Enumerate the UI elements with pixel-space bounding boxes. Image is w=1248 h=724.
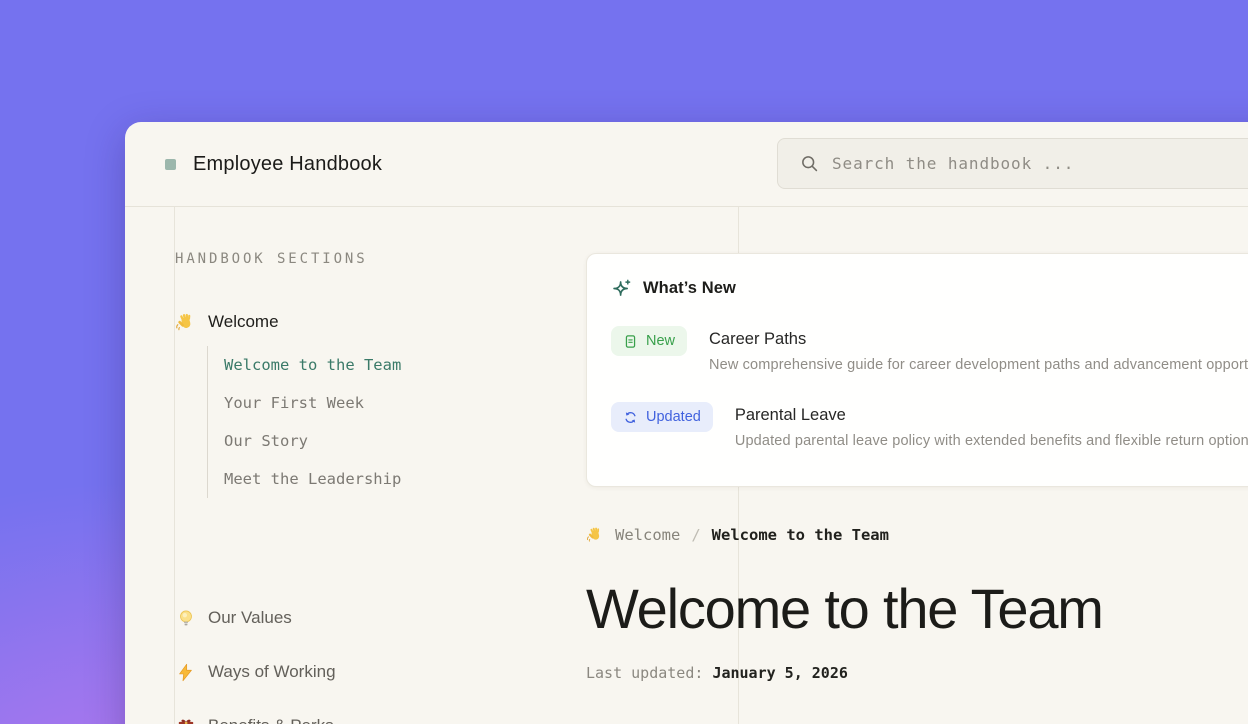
entry-text: Parental Leave Updated parental leave po… xyxy=(735,402,1248,449)
breadcrumb: Welcome / Welcome to the Team xyxy=(586,526,1248,544)
sidebar-subitem-welcome-to-the-team[interactable]: Welcome to the Team xyxy=(224,346,401,384)
updated-badge: Updated xyxy=(611,402,713,432)
lightning-icon xyxy=(175,662,196,683)
whats-new-header: What’s New xyxy=(611,278,1248,299)
gift-icon xyxy=(175,716,196,724)
app-window: Employee Handbook HANDBOOK SECTIONS xyxy=(125,122,1248,724)
sidebar-item-welcome[interactable]: Welcome xyxy=(175,310,279,334)
app-brand: Employee Handbook xyxy=(165,122,382,207)
sidebar-item-label: Ways of Working xyxy=(208,662,336,682)
sparkle-icon xyxy=(611,278,632,299)
logo-square-icon xyxy=(165,159,176,170)
bulb-icon xyxy=(175,608,196,629)
sidebar-section-label: HANDBOOK SECTIONS xyxy=(175,251,368,267)
entry-description: New comprehensive guide for career devel… xyxy=(709,357,1248,373)
main-content: What’s New New Career Paths New comprehe… xyxy=(586,207,1248,682)
entry-title: Parental Leave xyxy=(735,406,1248,425)
search-icon xyxy=(800,154,819,173)
whats-new-entry[interactable]: New Career Paths New comprehensive guide… xyxy=(611,326,1248,373)
sidebar-item-ways-of-working[interactable]: Ways of Working xyxy=(175,660,336,684)
document-icon xyxy=(623,334,638,349)
breadcrumb-separator: / xyxy=(691,526,700,544)
new-badge: New xyxy=(611,326,687,356)
last-updated: Last updated: January 5, 2026 xyxy=(586,664,1248,682)
entry-description: Updated parental leave policy with exten… xyxy=(735,433,1248,449)
updated-badge-label: Updated xyxy=(646,408,701,426)
whats-new-card: What’s New New Career Paths New comprehe… xyxy=(586,253,1248,487)
search-input[interactable] xyxy=(832,154,1248,173)
entry-text: Career Paths New comprehensive guide for… xyxy=(709,326,1248,373)
sidebar-item-benefits-perks[interactable]: Benefits & Perks xyxy=(175,714,334,724)
page-title: Welcome to the Team xyxy=(586,581,1248,637)
sidebar-item-label: Benefits & Perks xyxy=(208,716,334,724)
entry-title: Career Paths xyxy=(709,330,1248,349)
wave-icon xyxy=(586,526,604,544)
whats-new-entry[interactable]: Updated Parental Leave Updated parental … xyxy=(611,402,1248,449)
search-bar[interactable] xyxy=(777,138,1248,189)
app-header: Employee Handbook xyxy=(125,122,1248,207)
breadcrumb-section[interactable]: Welcome xyxy=(615,526,680,544)
desktop-background: Employee Handbook HANDBOOK SECTIONS xyxy=(0,0,1248,724)
sidebar-item-our-values[interactable]: Our Values xyxy=(175,606,292,630)
sidebar: HANDBOOK SECTIONS xyxy=(125,207,586,724)
refresh-icon xyxy=(623,410,638,425)
whats-new-title: What’s New xyxy=(643,279,736,298)
last-updated-label: Last updated: xyxy=(586,664,703,682)
sidebar-item-label: Our Values xyxy=(208,608,292,628)
app-title: Employee Handbook xyxy=(193,153,382,176)
breadcrumb-current: Welcome to the Team xyxy=(712,526,889,544)
sidebar-subitem-our-story[interactable]: Our Story xyxy=(224,422,401,460)
sidebar-item-label: Welcome xyxy=(208,312,279,332)
wave-icon xyxy=(175,312,196,333)
sidebar-subitem-your-first-week[interactable]: Your First Week xyxy=(224,384,401,422)
last-updated-value: January 5, 2026 xyxy=(712,664,847,682)
new-badge-label: New xyxy=(646,332,675,350)
sidebar-subitem-meet-the-leadership[interactable]: Meet the Leadership xyxy=(224,460,401,498)
sidebar-subnav: Welcome to the Team Your First Week Our … xyxy=(207,346,401,498)
